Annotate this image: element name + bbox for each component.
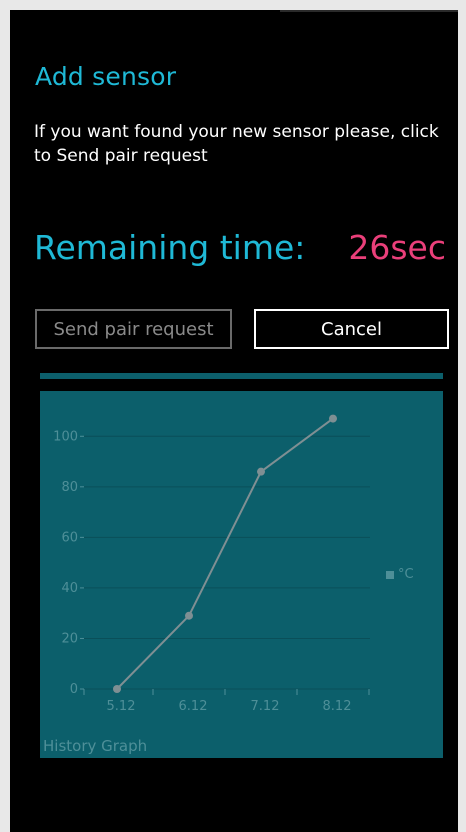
chart-legend: °C <box>386 567 414 582</box>
page-description: If you want found your new sensor please… <box>34 122 439 166</box>
y-tick-label: 100 <box>53 429 78 444</box>
legend-swatch <box>386 570 394 579</box>
chart-caption: History Graph <box>43 737 148 755</box>
legend-label: °C <box>398 567 414 582</box>
page-title: Add sensor <box>35 62 177 91</box>
x-tick-label: 7.12 <box>251 699 280 714</box>
history-chart: 0 20 40 60 80 100 5.12 6.12 7.12 8.12 °C History … <box>40 391 443 758</box>
y-tick-label: 60 <box>61 530 78 545</box>
y-tick-label: 0 <box>70 682 78 697</box>
y-tick-label: 80 <box>61 480 78 495</box>
y-tick-label: 20 <box>61 631 78 646</box>
x-tick-label: 8.12 <box>323 699 352 714</box>
chart-header-strip <box>40 373 443 379</box>
phone-screen: Add sensor If you want found your new se… <box>10 10 458 832</box>
history-chart-svg: 0 20 40 60 80 100 5.12 6.12 7.12 8.12 <box>53 414 370 714</box>
x-tick-label: 5.12 <box>107 699 136 714</box>
data-point <box>329 414 337 423</box>
data-point <box>257 467 265 476</box>
data-point <box>113 685 121 693</box>
remaining-time-label: Remaining time: <box>34 228 306 267</box>
y-tick-label: 40 <box>61 581 78 596</box>
send-pair-request-button[interactable]: Send pair request <box>35 309 232 349</box>
data-point <box>185 611 193 620</box>
top-status-line <box>280 10 458 12</box>
series-line <box>116 417 334 690</box>
cancel-button[interactable]: Cancel <box>254 309 449 349</box>
x-tick-label: 6.12 <box>179 699 208 714</box>
remaining-time-value: 26sec <box>348 228 446 267</box>
